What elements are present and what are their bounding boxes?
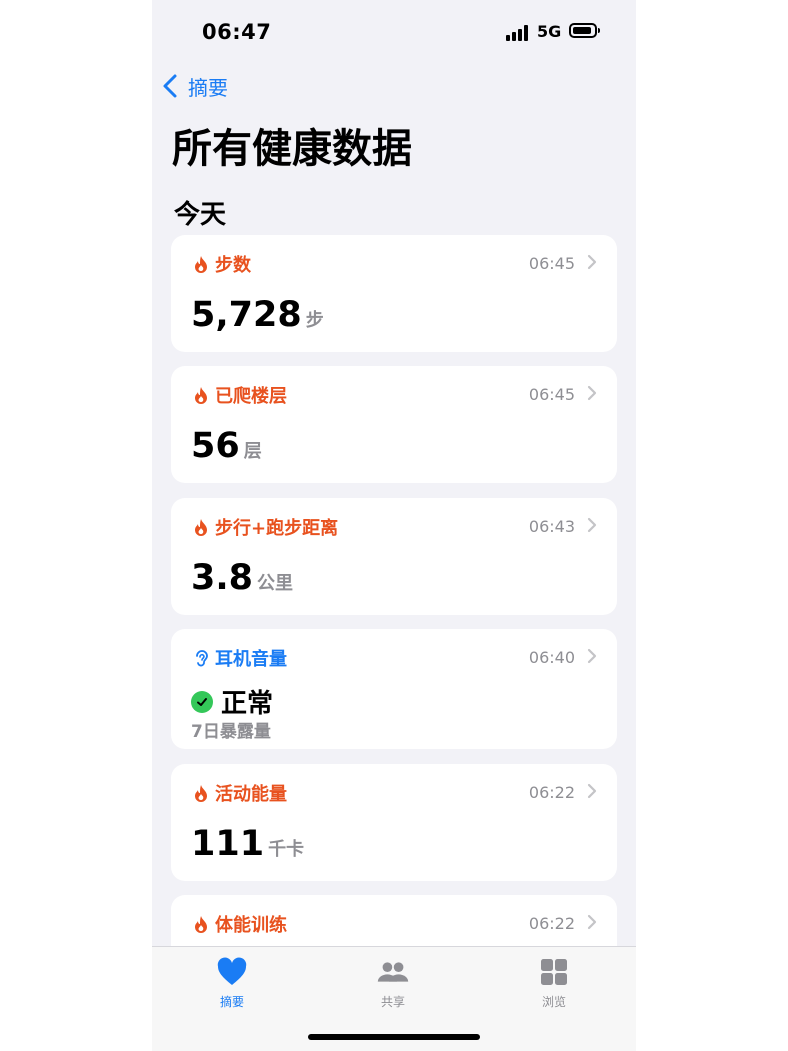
card-value: 111 千卡 xyxy=(191,824,304,864)
home-indicator xyxy=(308,1034,480,1040)
people-icon xyxy=(377,962,409,982)
flame-icon xyxy=(195,387,207,404)
value-unit: 步 xyxy=(305,310,324,331)
value-unit: 千卡 xyxy=(268,839,305,860)
card-header: 体能训练 xyxy=(193,911,287,937)
card-distance[interactable]: 步行+跑步距离 06:43 3.8 公里 xyxy=(171,498,617,615)
chevron-right-icon xyxy=(587,914,597,930)
card-header: 活动能量 xyxy=(193,780,287,806)
card-header: 步数 xyxy=(193,251,251,277)
card-label: 已爬楼层 xyxy=(215,386,287,407)
card-headphone-volume[interactable]: 耳机音量 06:40 正常 7日暴露量 xyxy=(171,629,617,749)
value-number: 111 xyxy=(191,824,265,864)
card-active-energy[interactable]: 活动能量 06:22 111 千卡 xyxy=(171,764,617,881)
card-label: 活动能量 xyxy=(215,784,287,805)
card-label: 耳机音量 xyxy=(215,649,287,670)
status-note: 7日暴露量 xyxy=(191,722,271,742)
status-time: 06:47 xyxy=(202,20,272,44)
chevron-right-icon xyxy=(587,385,597,401)
value-unit: 层 xyxy=(243,441,262,462)
card-floors[interactable]: 已爬楼层 06:45 56 层 xyxy=(171,366,617,483)
flame-icon xyxy=(195,519,207,536)
battery-icon xyxy=(569,23,600,38)
flame-icon xyxy=(195,785,207,802)
card-value: 3.8 公里 xyxy=(191,558,293,598)
grid-icon xyxy=(541,959,567,985)
value-number: 5,728 xyxy=(191,295,302,335)
tab-browse[interactable]: 浏览 xyxy=(494,957,614,1010)
heart-icon xyxy=(217,957,247,985)
card-value: 5,728 步 xyxy=(191,295,324,335)
card-header: 步行+跑步距离 xyxy=(193,514,338,540)
tab-summary[interactable]: 摘要 xyxy=(172,957,292,1010)
back-button[interactable]: 摘要 xyxy=(160,70,228,102)
chevron-right-icon xyxy=(587,517,597,533)
card-label: 步行+跑步距离 xyxy=(215,518,339,539)
chevron-left-icon xyxy=(163,74,177,98)
chevron-right-icon xyxy=(587,648,597,664)
chevron-right-icon xyxy=(587,783,597,799)
tab-label: 浏览 xyxy=(541,995,566,1009)
flame-icon xyxy=(195,256,207,273)
card-timestamp: 06:45 xyxy=(528,385,575,404)
card-timestamp: 06:22 xyxy=(528,783,575,802)
ear-icon xyxy=(196,650,208,667)
card-steps[interactable]: 步数 06:45 5,728 步 xyxy=(171,235,617,352)
card-header: 已爬楼层 xyxy=(193,382,287,408)
tab-sharing[interactable]: 共享 xyxy=(333,957,453,1010)
tab-label: 共享 xyxy=(380,995,405,1009)
section-header-today: 今天 xyxy=(174,200,227,230)
status-row: 正常 xyxy=(191,683,273,720)
status-text: 正常 xyxy=(221,689,274,719)
card-header: 耳机音量 xyxy=(193,645,287,671)
value-number: 56 xyxy=(191,426,240,466)
network-label: 5G xyxy=(537,22,562,41)
flame-icon xyxy=(195,916,207,933)
phone-screen: 06:47 5G 摘要 所有健康数据 今天 步数 06:45 5,728 步 已… xyxy=(152,0,636,1051)
chevron-right-icon xyxy=(587,254,597,270)
back-label: 摘要 xyxy=(188,75,228,100)
card-timestamp: 06:43 xyxy=(528,517,575,536)
card-timestamp: 06:22 xyxy=(528,914,575,933)
card-timestamp: 06:40 xyxy=(528,648,575,667)
value-unit: 公里 xyxy=(257,573,294,594)
tab-label: 摘要 xyxy=(219,995,244,1009)
status-bar: 06:47 5G xyxy=(152,0,636,62)
checkmark-circle-icon xyxy=(191,690,213,713)
page-title: 所有健康数据 xyxy=(172,126,412,172)
value-number: 3.8 xyxy=(191,558,254,598)
signal-icon xyxy=(506,25,532,41)
card-timestamp: 06:45 xyxy=(528,254,575,273)
card-label: 步数 xyxy=(215,255,251,276)
card-value: 56 层 xyxy=(191,426,262,466)
card-label: 体能训练 xyxy=(215,915,287,936)
